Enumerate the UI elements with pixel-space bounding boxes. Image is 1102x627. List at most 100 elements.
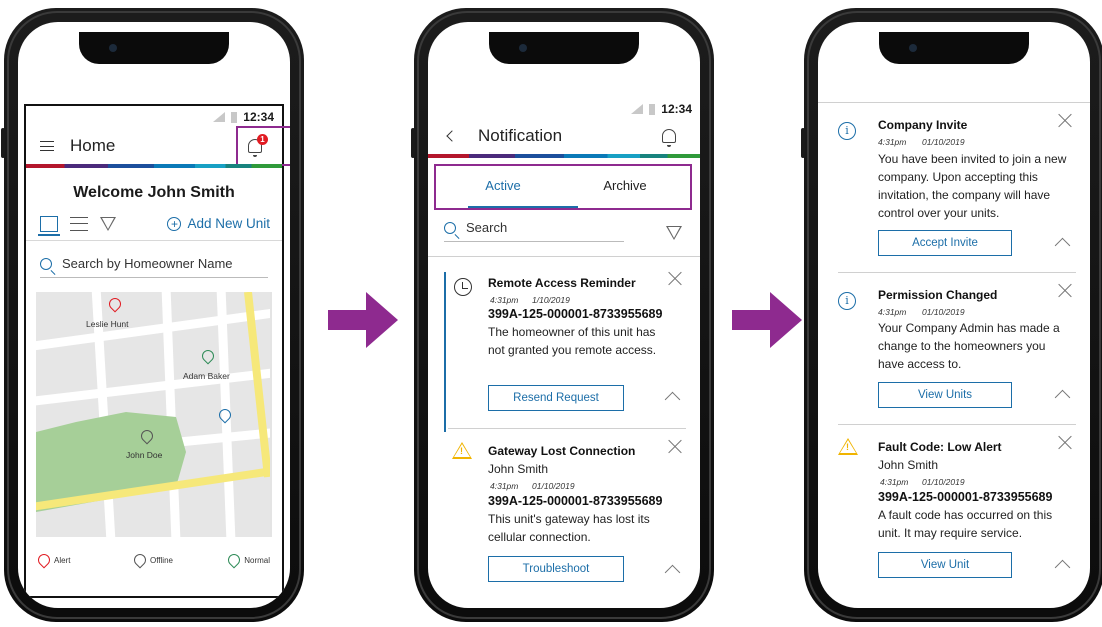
card-date: 01/10/2019 [922, 307, 965, 317]
flow-arrow-icon [732, 292, 802, 348]
status-time: 12:34 [661, 102, 692, 116]
card-title: Permission Changed [878, 288, 998, 302]
phone-volume-button [801, 128, 805, 158]
card-date: 01/10/2019 [922, 137, 965, 147]
back-icon[interactable] [446, 130, 458, 142]
home-screen: 12:34 Home 1 Welcome John Smith + Add Ne… [18, 22, 290, 608]
card-divider [838, 424, 1076, 425]
close-icon[interactable] [668, 440, 682, 454]
map-label-john-doe: John Doe [126, 450, 163, 460]
map-label-leslie-hunt: Leslie Hunt [86, 319, 129, 329]
card-title: Gateway Lost Connection [488, 444, 636, 458]
notification-search-input[interactable]: Search [444, 220, 624, 242]
legend-alert-label: Alert [54, 555, 71, 565]
unread-indicator [444, 272, 446, 432]
filter-icon[interactable] [666, 226, 682, 240]
unit-serial: 399A-125-000001-8733955689 [878, 490, 1053, 504]
collapse-icon[interactable] [664, 564, 681, 581]
view-unit-button[interactable]: View Unit [878, 552, 1012, 578]
brand-stripe [428, 154, 700, 158]
card-divider [448, 428, 686, 429]
alarm-clock-icon [454, 278, 472, 296]
card-subtitle: John Smith [488, 462, 549, 476]
divider [428, 256, 700, 257]
alert-legend-icon [35, 551, 53, 569]
search-icon [40, 257, 52, 270]
map-view-icon[interactable] [38, 216, 60, 236]
page-title: Notification [478, 126, 563, 145]
search-placeholder: Search by Homeowner Name [62, 256, 233, 271]
phone-frame-notifications: 12:34 Notification Active Archive Search… [411, 8, 714, 622]
collapse-icon[interactable] [1054, 559, 1071, 576]
map-label-adam-baker: Adam Baker [183, 371, 230, 381]
normal-legend-icon [225, 551, 243, 569]
card-divider [838, 272, 1076, 273]
notification-detail-screen: i Company Invite 4:31pm 01/10/2019 You h… [818, 22, 1090, 608]
unit-serial: 399A-125-000001-8733955689 [488, 494, 663, 508]
card-time: 4:31pm [490, 481, 519, 491]
card-date: 01/10/2019 [532, 481, 575, 491]
bell-icon[interactable] [662, 129, 676, 147]
legend-offline-label: Offline [150, 555, 173, 565]
close-icon[interactable] [1058, 436, 1072, 450]
status-time: 12:34 [243, 110, 274, 124]
menu-icon[interactable] [40, 141, 54, 151]
page-title: Home [70, 136, 116, 155]
close-icon[interactable] [1058, 114, 1072, 128]
view-units-button[interactable]: View Units [878, 382, 1012, 408]
resend-request-button[interactable]: Resend Request [488, 385, 624, 411]
collapse-icon[interactable] [664, 391, 681, 408]
legend-normal: Normal [225, 551, 270, 569]
card-title: Remote Access Reminder [488, 276, 636, 290]
phone-frame-home: 12:34 Home 1 Welcome John Smith + Add Ne… [1, 8, 304, 622]
divider [26, 240, 282, 241]
add-new-unit-button[interactable]: + Add New Unit [167, 216, 270, 231]
card-date: 01/10/2019 [922, 477, 965, 487]
close-icon[interactable] [1058, 284, 1072, 298]
phone-notch [879, 32, 1029, 64]
warning-icon: ! [452, 442, 472, 459]
card-title: Company Invite [878, 118, 968, 132]
card-body: The homeowner of this unit has not grant… [488, 325, 657, 357]
card-body: This unit's gateway has lost its cellula… [488, 512, 650, 544]
legend-normal-label: Normal [244, 555, 270, 565]
filter-icon[interactable] [100, 217, 116, 231]
card-time: 4:31pm [880, 477, 909, 487]
plus-circle-icon: + [167, 216, 182, 231]
signal-icon [631, 104, 644, 114]
divider [818, 102, 1090, 103]
homeowner-search-input[interactable]: Search by Homeowner Name [40, 256, 268, 278]
troubleshoot-button[interactable]: Troubleshoot [488, 556, 624, 582]
unit-map[interactable]: Leslie Hunt Adam Baker John Doe [36, 292, 272, 537]
notification-highlight-box [236, 126, 290, 166]
view-toggle-row [38, 216, 116, 236]
tabs-highlight-box [434, 164, 692, 210]
notification-screen: 12:34 Notification Active Archive Search… [428, 22, 700, 608]
card-body: A fault code has occurred on this unit. … [878, 508, 1053, 540]
unit-serial: 399A-125-000001-8733955689 [488, 307, 663, 321]
phone-volume-button [1, 128, 5, 158]
card-body: You have been invited to join a new comp… [878, 152, 1067, 220]
collapse-icon[interactable] [1054, 389, 1071, 406]
brand-stripe [26, 164, 282, 168]
phone-frame-notifications-detail: i Company Invite 4:31pm 01/10/2019 You h… [801, 8, 1102, 622]
flow-arrow-icon [328, 292, 398, 348]
welcome-heading: Welcome John Smith [73, 184, 235, 201]
card-subtitle: John Smith [878, 458, 939, 472]
info-icon: i [838, 122, 856, 140]
collapse-icon[interactable] [1054, 237, 1071, 254]
list-view-icon[interactable] [70, 217, 88, 231]
add-new-unit-label: Add New Unit [187, 216, 270, 231]
warning-icon: ! [838, 438, 858, 455]
search-label: Search [466, 220, 508, 235]
legend-offline: Offline [131, 551, 173, 569]
legend-alert: Alert [35, 551, 71, 569]
status-bar: 12:34 [26, 106, 282, 128]
phone-notch [489, 32, 639, 64]
accept-invite-button[interactable]: Accept Invite [878, 230, 1012, 256]
battery-icon [649, 103, 656, 115]
app-bar: Notification [428, 118, 700, 154]
info-icon: i [838, 292, 856, 310]
status-bar: 12:34 [428, 98, 700, 120]
close-icon[interactable] [668, 272, 682, 286]
